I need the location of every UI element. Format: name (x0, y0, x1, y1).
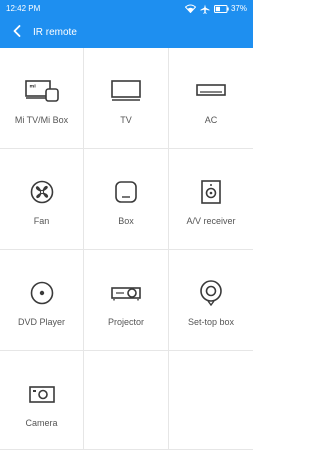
projector-icon (111, 280, 141, 306)
page-title: IR remote (33, 27, 77, 38)
device-label: TV (120, 115, 132, 125)
back-button[interactable] (8, 23, 26, 43)
device-box[interactable]: Box (84, 149, 169, 250)
app-bar: IR remote (0, 17, 253, 48)
device-label: A/V receiver (186, 216, 236, 226)
device-av-receiver[interactable]: A/V receiver (169, 149, 253, 250)
device-label: DVD Player (17, 317, 65, 327)
battery-icon (213, 4, 229, 13)
battery-percent: 37% (230, 4, 247, 13)
fan-icon (30, 179, 54, 205)
device-ac[interactable]: AC (169, 48, 253, 149)
empty-cell (169, 351, 253, 450)
airplane-icon (200, 4, 210, 14)
status-time: 12:42 PM (6, 4, 41, 13)
device-label: Box (118, 216, 134, 226)
svg-text:mi: mi (29, 84, 36, 90)
device-grid: mi Mi TV/Mi Box TV AC Fan Box A/V receiv… (0, 48, 253, 450)
wifi-icon (184, 4, 196, 13)
av-receiver-icon (201, 179, 221, 205)
box-icon (115, 179, 137, 205)
device-tv[interactable]: TV (84, 48, 169, 149)
set-top-box-icon (199, 280, 223, 306)
ac-icon (196, 78, 226, 104)
device-mi-tv-mi-box[interactable]: mi Mi TV/Mi Box (0, 48, 84, 149)
device-label: Mi TV/Mi Box (14, 115, 69, 125)
device-projector[interactable]: Projector (84, 250, 169, 351)
empty-cell (84, 351, 169, 450)
device-set-top-box[interactable]: Set-top box (169, 250, 253, 351)
device-label: Projector (107, 317, 144, 327)
mitv-mibox-icon: mi (24, 78, 59, 104)
back-arrow-icon (13, 24, 21, 42)
device-fan[interactable]: Fan (0, 149, 84, 250)
device-label: Fan (33, 216, 50, 226)
tv-icon (111, 78, 141, 104)
device-label: Camera (25, 418, 58, 428)
camera-icon (28, 381, 55, 407)
battery-indicator: 37% (213, 4, 247, 13)
device-dvd-player[interactable]: DVD Player (0, 250, 84, 351)
device-label: Set-top box (187, 317, 235, 327)
status-bar: 12:42 PM 37% (0, 0, 253, 17)
device-camera[interactable]: Camera (0, 351, 84, 450)
device-label: AC (204, 115, 218, 125)
status-icons: 37% (184, 4, 247, 14)
dvd-player-icon (30, 280, 54, 306)
